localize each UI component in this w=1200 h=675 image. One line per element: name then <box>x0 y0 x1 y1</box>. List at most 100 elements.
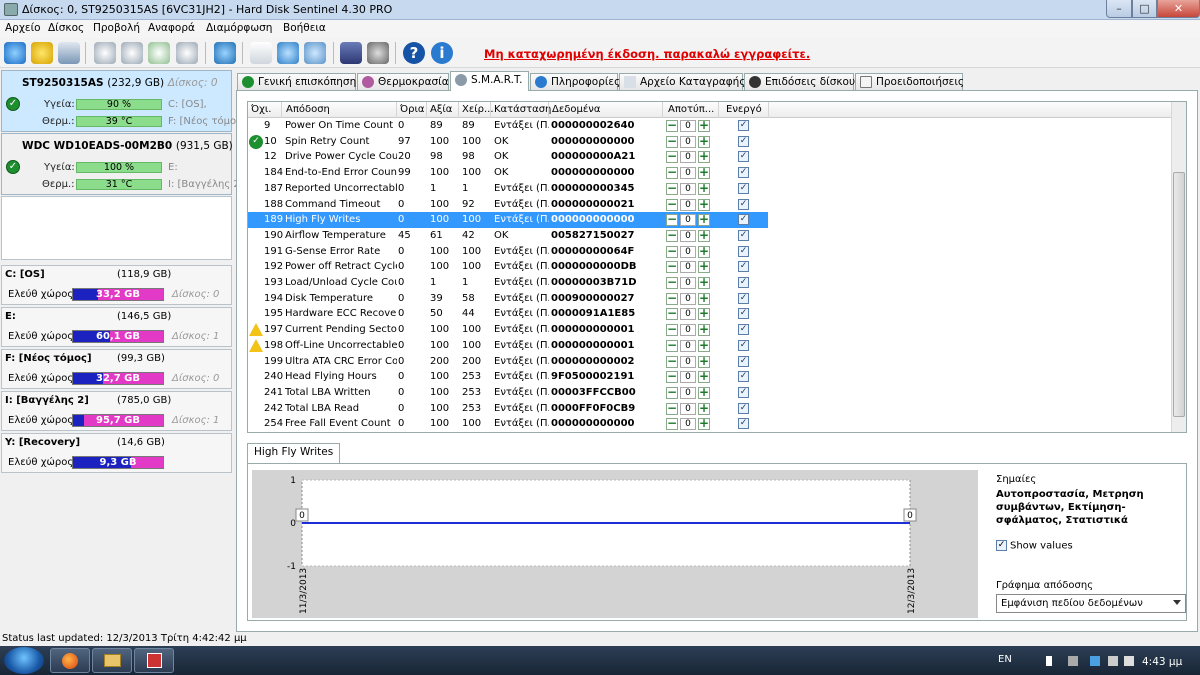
enabled-checkbox[interactable]: ✓ <box>738 386 749 398</box>
decrease-offset-button[interactable]: − <box>666 307 678 321</box>
smart-row[interactable]: 194Disk Temperature03958Εντάξει (Π...000… <box>248 291 768 307</box>
enabled-checkbox[interactable]: ✓ <box>738 292 749 304</box>
offset-value[interactable]: 0 <box>680 402 696 415</box>
decrease-offset-button[interactable]: − <box>666 292 678 305</box>
enabled-checkbox[interactable]: ✓ <box>738 339 749 351</box>
taskbar-explorer[interactable] <box>92 648 132 673</box>
col-header-data[interactable]: Δεδομένα <box>552 104 600 115</box>
tab-performance[interactable]: Επιδόσεις δίσκου <box>744 73 855 90</box>
offset-value[interactable]: 0 <box>680 418 696 431</box>
tools-icon[interactable] <box>94 42 116 64</box>
maximize-button[interactable]: □ <box>1132 0 1157 18</box>
increase-offset-button[interactable]: + <box>698 245 710 258</box>
tools-icon[interactable] <box>176 42 198 64</box>
menu-disk[interactable]: Δίσκος <box>48 22 84 34</box>
smart-row[interactable]: 241Total LBA Written 0 100 253 Εντάξει (Π...… <box>248 385 768 401</box>
enabled-checkbox[interactable]: ✓ <box>738 229 749 241</box>
increase-offset-button[interactable]: + <box>698 402 710 415</box>
enabled-checkbox[interactable]: ✓ <box>738 371 749 383</box>
offset-value[interactable]: 0 <box>680 182 696 195</box>
decrease-offset-button[interactable]: − <box>666 182 678 195</box>
enabled-checkbox[interactable]: ✓ <box>738 402 749 414</box>
increase-offset-button[interactable]: + <box>698 370 710 384</box>
enabled-checkbox[interactable]: ✓ <box>738 418 749 430</box>
increase-offset-button[interactable]: + <box>698 276 710 289</box>
show-values-checkbox[interactable]: ✓ Show values <box>996 540 1073 552</box>
close-button[interactable]: ✕ <box>1157 0 1200 18</box>
taskbar-firefox[interactable] <box>50 648 90 673</box>
col-header-threshold[interactable]: Όρια <box>400 104 424 115</box>
smart-row[interactable]: 184 End-to-End Error Count 99 100 100 OK 00000… <box>248 165 768 181</box>
globe-icon[interactable] <box>214 42 236 64</box>
tray-icon[interactable] <box>1068 656 1078 666</box>
tab-information[interactable]: Πληροφορίες <box>530 73 620 90</box>
smart-row[interactable]: 9Power On Time Count08989Εντάξει (Π...00… <box>248 118 768 134</box>
decrease-offset-button[interactable]: − <box>666 386 678 399</box>
col-header-worst[interactable]: Χείρ... <box>462 104 494 115</box>
smart-row[interactable]: 197Current Pending Sector...0100100Εντάξ… <box>248 322 768 338</box>
smart-row[interactable]: 193Load/Unload Cycle Cou...011Εντάξει (Π… <box>248 275 768 291</box>
alert-icon[interactable] <box>31 42 53 64</box>
increase-offset-button[interactable]: + <box>698 260 710 274</box>
tab-overview[interactable]: Γενική επισκόπηση <box>237 73 356 90</box>
increase-offset-button[interactable]: + <box>698 166 710 180</box>
menu-view[interactable]: Προβολή <box>93 22 140 34</box>
offset-value[interactable]: 0 <box>680 261 696 274</box>
smart-row[interactable]: 12 Drive Power Cycle Count 20 98 98 OK 0000000… <box>248 149 768 165</box>
info-icon[interactable]: i <box>431 42 453 64</box>
chart-attribute-tab[interactable]: High Fly Writes <box>247 443 341 463</box>
tools-icon[interactable] <box>148 42 170 64</box>
offset-value[interactable]: 0 <box>680 308 696 321</box>
menu-help[interactable]: Βοήθεια <box>283 22 326 34</box>
offset-value[interactable]: 0 <box>680 245 696 258</box>
tab-temperature[interactable]: Θερμοκρασία <box>357 73 449 90</box>
offset-value[interactable]: 0 <box>680 339 696 352</box>
volume-item[interactable]: E: (146,5 GB) Ελεύθ χώρος 60,1 GB Δίσκος… <box>1 307 232 347</box>
increase-offset-button[interactable]: + <box>698 213 710 227</box>
speaker-icon[interactable] <box>367 42 389 64</box>
sync-icon[interactable] <box>277 42 299 64</box>
network-icon[interactable] <box>304 42 326 64</box>
disk-card-1[interactable]: WDC WD10EADS-00M2B0 (931,5 GB) ✓ Υγεία: … <box>1 133 240 195</box>
tools-icon[interactable] <box>121 42 143 64</box>
smart-row[interactable]: 190 Airflow Temperature 45 61 42 OK 0058271500… <box>248 228 768 244</box>
offset-value[interactable]: 0 <box>680 324 696 337</box>
offset-value[interactable]: 0 <box>680 151 696 164</box>
decrease-offset-button[interactable]: − <box>666 323 678 337</box>
volume-icon[interactable] <box>1124 656 1134 666</box>
refresh-icon[interactable] <box>4 42 26 64</box>
enabled-checkbox[interactable]: ✓ <box>738 135 749 147</box>
volume-item[interactable]: Y: [Recovery] (14,6 GB) Ελεύθ χώρος 9,3 … <box>1 433 232 473</box>
chevron-down-icon[interactable] <box>1173 600 1181 605</box>
enabled-checkbox[interactable]: ✓ <box>738 324 749 336</box>
offset-value[interactable]: 0 <box>680 167 696 180</box>
decrease-offset-button[interactable]: − <box>666 260 678 274</box>
start-button[interactable] <box>4 647 44 674</box>
dropbox-icon[interactable] <box>1090 656 1100 666</box>
smart-row[interactable]: 189High Fly Writes0100100Εντάξει (Π...00… <box>248 212 768 229</box>
smart-row[interactable]: 192Power off Retract Cycle ...0100100Εντ… <box>248 259 768 275</box>
tab-smart[interactable]: S.M.A.R.T. <box>450 71 529 91</box>
decrease-offset-button[interactable]: − <box>666 355 678 368</box>
increase-offset-button[interactable]: + <box>698 182 710 195</box>
enabled-checkbox[interactable]: ✓ <box>738 245 749 257</box>
offset-value[interactable]: 0 <box>680 214 696 227</box>
increase-offset-button[interactable]: + <box>698 339 710 352</box>
offset-value[interactable]: 0 <box>680 135 696 148</box>
document-icon[interactable] <box>250 42 272 64</box>
menu-configuration[interactable]: Διαμόρφωση <box>206 22 272 34</box>
smart-row[interactable]: 254 Free Fall Event Count 0 100 100 Εντάξει (… <box>248 416 768 432</box>
scrollbar-thumb[interactable] <box>1173 172 1185 417</box>
smart-row[interactable]: 188Command Timeout010092Εντάξει (Π...000… <box>248 197 768 213</box>
disk-report-icon[interactable] <box>58 42 80 64</box>
offset-value[interactable]: 0 <box>680 371 696 384</box>
enabled-checkbox[interactable]: ✓ <box>738 167 749 179</box>
increase-offset-button[interactable]: + <box>698 323 710 337</box>
offset-value[interactable]: 0 <box>680 386 696 399</box>
offset-value[interactable]: 0 <box>680 198 696 211</box>
enabled-checkbox[interactable]: ✓ <box>738 120 749 131</box>
enabled-checkbox[interactable]: ✓ <box>738 182 749 194</box>
help-icon[interactable]: ? <box>403 42 425 64</box>
col-header-offset[interactable]: Αποτύπ... <box>668 104 714 115</box>
offset-value[interactable]: 0 <box>680 229 696 242</box>
